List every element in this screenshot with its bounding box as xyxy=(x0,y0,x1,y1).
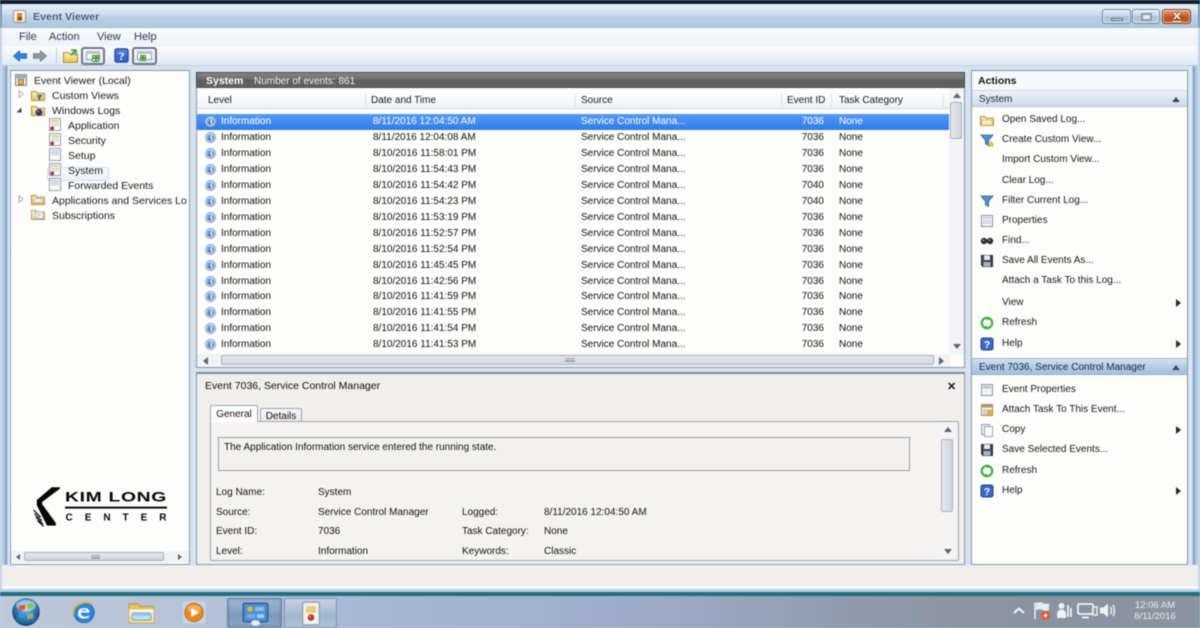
svg-text:?: ? xyxy=(119,51,125,63)
svg-text:?: ? xyxy=(984,340,990,351)
svg-text:CENTER: CENTER xyxy=(66,512,168,523)
svg-text:KIM LONG: KIM LONG xyxy=(65,490,167,506)
svg-text:?: ? xyxy=(984,487,990,498)
